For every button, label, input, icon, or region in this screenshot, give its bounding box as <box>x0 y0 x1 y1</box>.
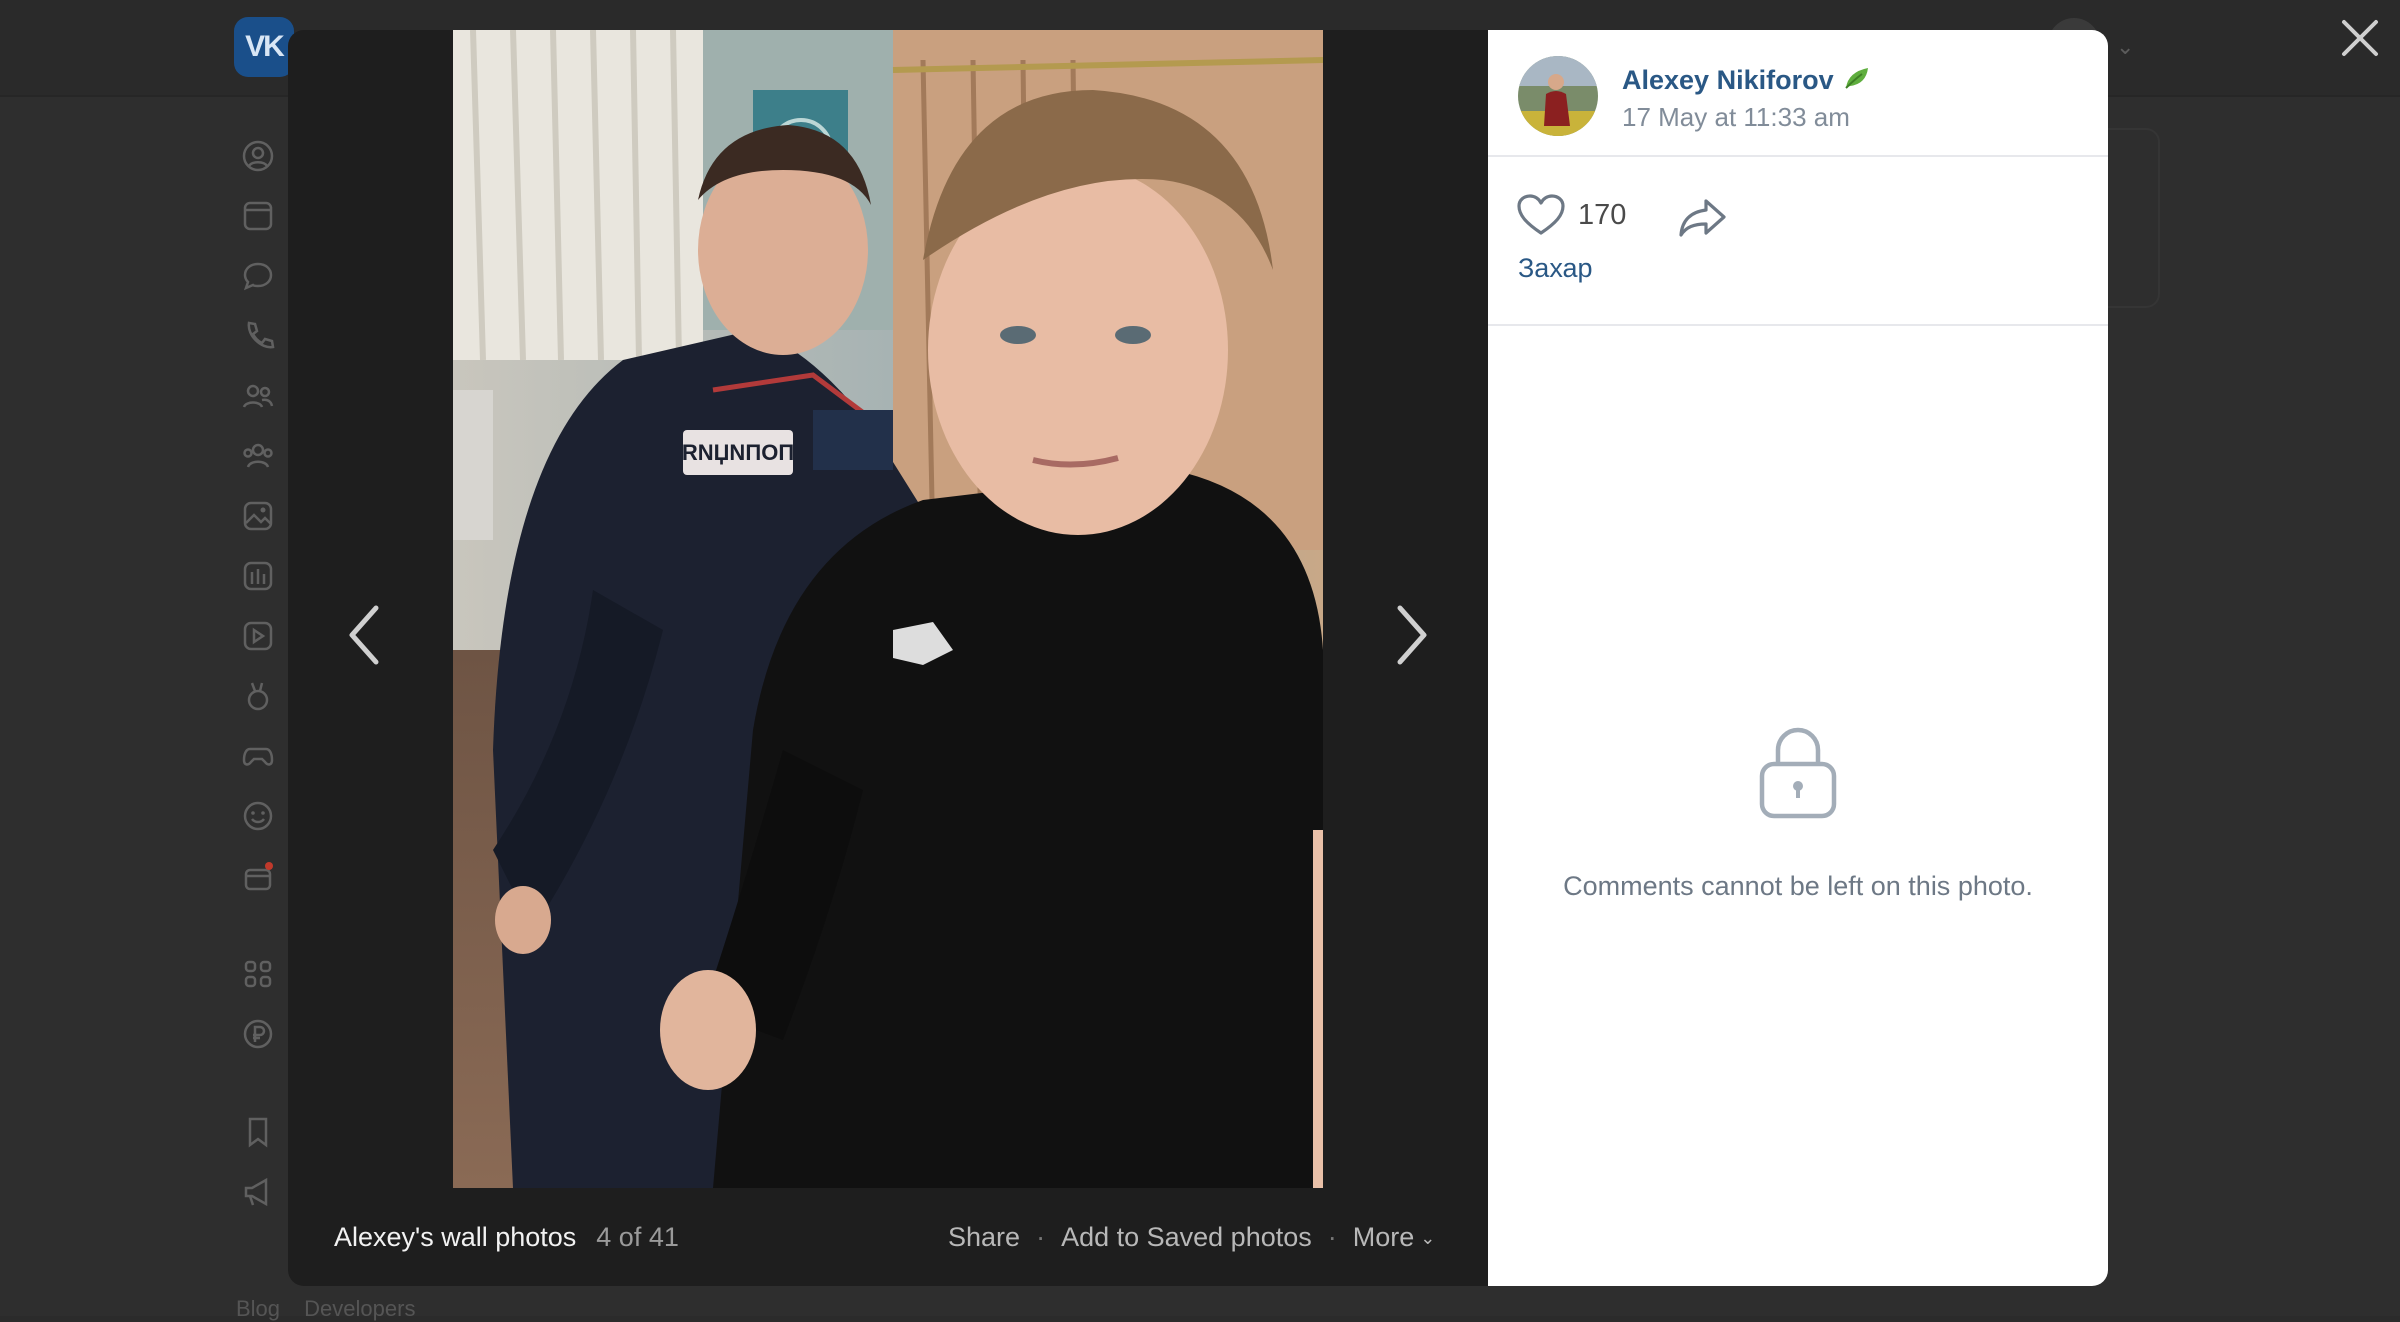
chevron-down-icon: ⌄ <box>2116 34 2135 59</box>
photo-position: 4 of 41 <box>596 1221 679 1252</box>
author-name-link[interactable]: Alexey Nikiforov <box>1622 64 1872 99</box>
profile-icon <box>240 138 276 174</box>
clips-icon <box>240 678 276 714</box>
share-button[interactable] <box>1678 195 1728 239</box>
likes-count: 170 <box>1578 198 1627 231</box>
photo-info-panel: Alexey Nikiforov 17 May at 11:33 am 170 … <box>1488 30 2108 1286</box>
ads-icon <box>240 1174 276 1210</box>
author-avatar[interactable] <box>1518 56 1598 136</box>
photos-icon <box>240 498 276 534</box>
friends-icon <box>240 378 276 414</box>
chevron-right-icon <box>1397 605 1427 665</box>
music-icon <box>240 558 276 594</box>
services-icon <box>240 956 276 992</box>
messages-icon <box>240 258 276 294</box>
separator: · <box>1036 1221 1046 1252</box>
likes-block: 170 Захар <box>1488 157 2108 326</box>
leaf-icon <box>1842 64 1872 99</box>
news-icon <box>240 198 276 234</box>
photo[interactable]: RNЏNΠOП <box>453 30 1323 1188</box>
post-date[interactable]: 17 May at 11:33 am <box>1622 102 1850 133</box>
footer-link-developers: Developers <box>304 1296 416 1321</box>
bookmarks-icon <box>240 1114 276 1150</box>
payments-icon <box>240 1016 276 1052</box>
chevron-left-icon <box>349 605 379 665</box>
background-footer: Blog Developers <box>236 1296 433 1322</box>
liker-name-link[interactable]: Захар <box>1518 253 1593 284</box>
more-menu-button[interactable]: More ⌄ <box>1353 1222 1436 1253</box>
photo-actions: Share · Add to Saved photos · More ⌄ <box>948 1188 1435 1286</box>
communities-icon <box>240 438 276 474</box>
like-button[interactable]: 170 <box>1516 193 1626 237</box>
album-title-link[interactable]: Alexey's wall photos <box>334 1222 576 1253</box>
stickers-icon <box>240 798 276 834</box>
svg-text:RNЏNΠOП: RNЏNΠOП <box>682 440 794 465</box>
previous-photo-button[interactable] <box>338 600 398 670</box>
photo-pane: RNЏNΠOП Alexey's wall photos 4 of 41 Sha… <box>288 30 1488 1286</box>
lock-icon <box>1756 720 1840 820</box>
footer-link-blog: Blog <box>236 1296 281 1321</box>
separator: · <box>1327 1221 1337 1252</box>
add-to-saved-photos-link[interactable]: Add to Saved photos <box>1061 1222 1312 1253</box>
comments-closed-notice: Comments cannot be left on this photo. <box>1488 720 2108 902</box>
heart-icon <box>1517 194 1565 235</box>
calls-icon <box>240 318 276 354</box>
close-icon[interactable] <box>2338 16 2382 60</box>
photo-illustration: RNЏNΠOП <box>453 30 1323 1188</box>
share-icon <box>1679 199 1726 237</box>
comments-closed-text: Comments cannot be left on this photo. <box>1563 871 2033 901</box>
author-name: Alexey Nikiforov <box>1622 65 1834 95</box>
chevron-down-icon: ⌄ <box>1420 1227 1436 1248</box>
video-icon <box>240 618 276 654</box>
gifts-icon <box>240 858 276 894</box>
photo-footer: Alexey's wall photos 4 of 41 Share · Add… <box>288 1188 1488 1286</box>
photo-viewer: RNЏNΠOП Alexey's wall photos 4 of 41 Sha… <box>288 30 2108 1286</box>
vk-logo: VK <box>234 17 294 77</box>
next-photo-button[interactable] <box>1378 600 1438 670</box>
share-link[interactable]: Share <box>948 1222 1020 1253</box>
games-icon <box>240 738 276 774</box>
author-block: Alexey Nikiforov 17 May at 11:33 am <box>1488 30 2108 157</box>
more-label: More <box>1352 1221 1415 1252</box>
